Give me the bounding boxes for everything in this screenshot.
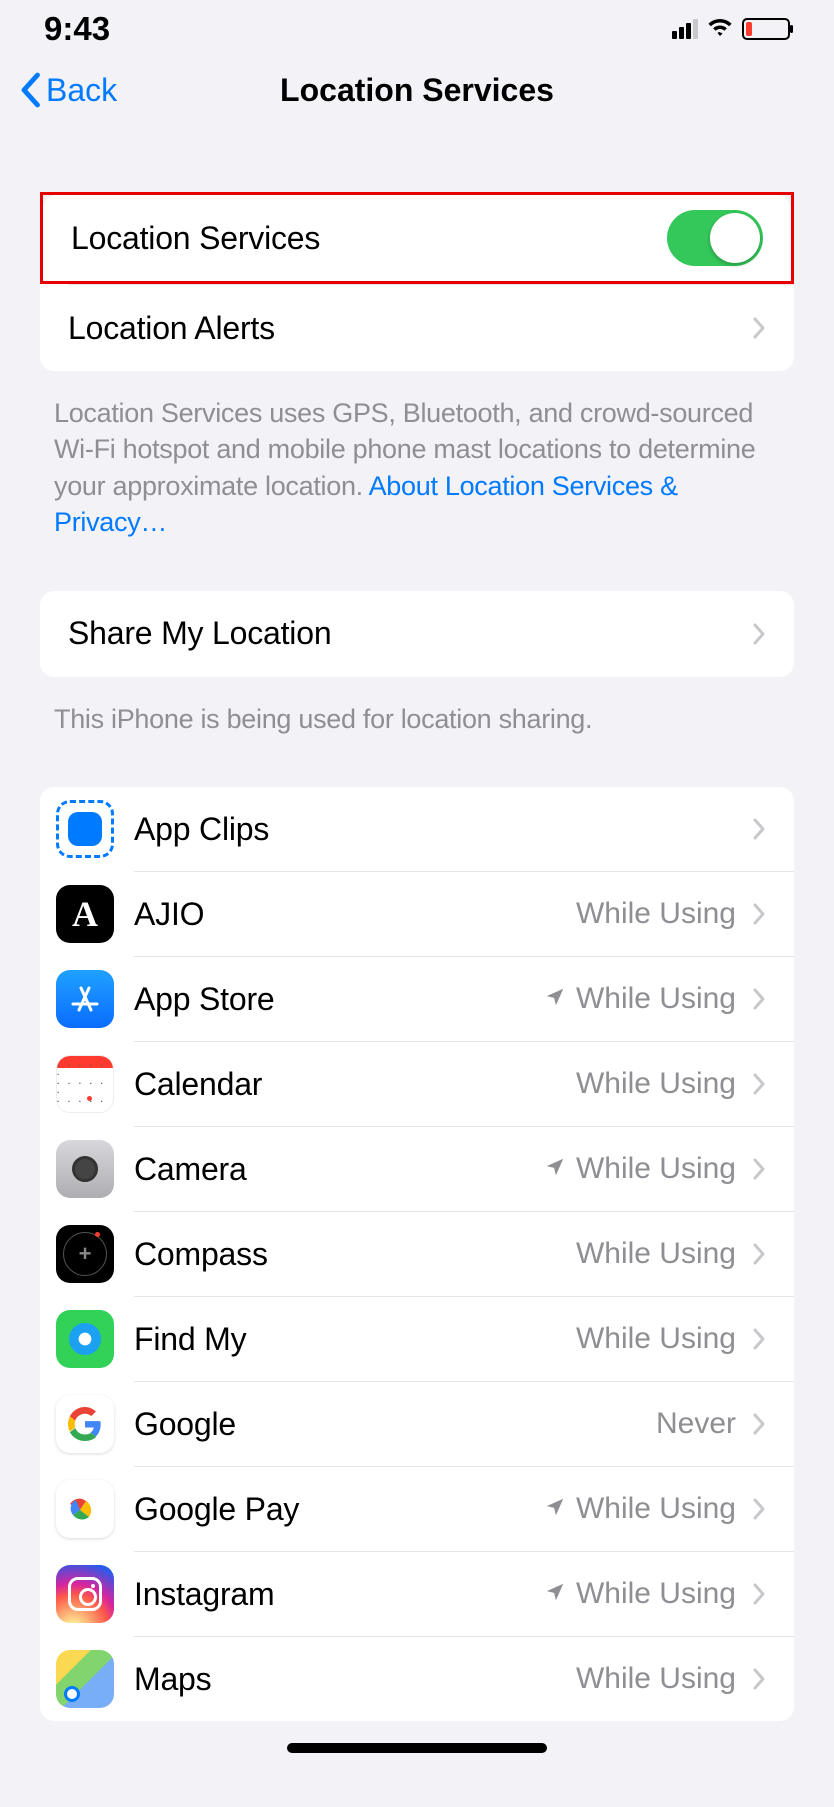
- findmy-icon: [56, 1310, 114, 1368]
- app-row-ajio[interactable]: A AJIOWhile Using: [40, 872, 794, 956]
- location-services-footer: Location Services uses GPS, Bluetooth, a…: [40, 371, 794, 541]
- location-arrow-icon: [544, 1496, 566, 1523]
- app-row-calendar[interactable]: · · · · · ·· · · · · ·· · · · · · Calenda…: [40, 1042, 794, 1126]
- app-name-label: App Clips: [134, 811, 736, 848]
- share-my-location-label: Share My Location: [68, 615, 736, 652]
- instagram-icon: [56, 1565, 114, 1623]
- status-bar: 9:43: [0, 0, 834, 58]
- cellular-signal-icon: [672, 19, 698, 39]
- appclips-icon: [56, 800, 114, 858]
- app-name-label: Maps: [134, 1661, 576, 1698]
- calendar-icon: · · · · · ·· · · · · ·· · · · · ·: [56, 1055, 114, 1113]
- chevron-right-icon: [752, 1497, 766, 1521]
- location-services-label: Location Services: [71, 220, 667, 257]
- chevron-left-icon: [18, 72, 42, 108]
- highlight-location-services: Location Services: [40, 192, 794, 284]
- chevron-right-icon: [752, 1072, 766, 1096]
- app-name-label: AJIO: [134, 896, 576, 933]
- device-frame: 9:43 Back Location Services Location Ser: [0, 0, 834, 1761]
- google-icon: [56, 1395, 114, 1453]
- app-permission-value: While Using: [576, 1152, 736, 1186]
- chevron-right-icon: [752, 1157, 766, 1181]
- app-name-label: Instagram: [134, 1576, 544, 1613]
- location-arrow-icon: [544, 1156, 566, 1183]
- share-my-location-row[interactable]: Share My Location: [40, 591, 794, 677]
- app-permission-value: While Using: [576, 1577, 736, 1611]
- chevron-right-icon: [752, 817, 766, 841]
- home-indicator: [287, 1743, 547, 1753]
- app-permission-value: While Using: [576, 1067, 736, 1101]
- page-title: Location Services: [280, 72, 554, 109]
- location-arrow-icon: [544, 986, 566, 1013]
- app-permission-value: While Using: [576, 1237, 736, 1271]
- chevron-right-icon: [752, 902, 766, 926]
- app-permission-value: While Using: [576, 1662, 736, 1696]
- app-row-googlepay[interactable]: Google Pay While Using: [40, 1467, 794, 1551]
- chevron-right-icon: [752, 316, 766, 340]
- app-name-label: App Store: [134, 981, 544, 1018]
- app-name-label: Calendar: [134, 1066, 576, 1103]
- app-name-label: Compass: [134, 1236, 576, 1273]
- status-time: 9:43: [44, 10, 110, 48]
- location-services-toggle[interactable]: [667, 210, 763, 266]
- battery-icon: [742, 18, 790, 40]
- app-permission-value: While Using: [576, 982, 736, 1016]
- maps-icon: [56, 1650, 114, 1708]
- app-row-appclips[interactable]: App Clips: [40, 787, 794, 871]
- chevron-right-icon: [752, 1412, 766, 1436]
- app-name-label: Google: [134, 1406, 656, 1443]
- app-row-camera[interactable]: Camera While Using: [40, 1127, 794, 1211]
- location-services-row[interactable]: Location Services: [43, 195, 791, 281]
- camera-icon: [56, 1140, 114, 1198]
- location-alerts-row[interactable]: Location Alerts: [40, 285, 794, 371]
- compass-icon: +: [56, 1225, 114, 1283]
- app-row-instagram[interactable]: Instagram While Using: [40, 1552, 794, 1636]
- app-name-label: Find My: [134, 1321, 576, 1358]
- appstore-icon: [56, 970, 114, 1028]
- navigation-bar: Back Location Services: [0, 58, 834, 122]
- app-name-label: Google Pay: [134, 1491, 544, 1528]
- app-list-group: App ClipsAAJIOWhile UsingApp StoreWhile …: [40, 787, 794, 1721]
- app-name-label: Camera: [134, 1151, 544, 1188]
- app-row-appstore[interactable]: App Store While Using: [40, 957, 794, 1041]
- googlepay-icon: [56, 1480, 114, 1538]
- app-row-compass[interactable]: + CompassWhile Using: [40, 1212, 794, 1296]
- chevron-right-icon: [752, 1327, 766, 1351]
- chevron-right-icon: [752, 987, 766, 1011]
- app-row-findmy[interactable]: Find MyWhile Using: [40, 1297, 794, 1381]
- back-button[interactable]: Back: [18, 72, 117, 109]
- app-permission-value: While Using: [576, 897, 736, 931]
- app-row-google[interactable]: GoogleNever: [40, 1382, 794, 1466]
- ajio-icon: A: [56, 885, 114, 943]
- chevron-right-icon: [752, 1242, 766, 1266]
- chevron-right-icon: [752, 1667, 766, 1691]
- wifi-icon: [706, 15, 734, 44]
- back-label: Back: [46, 72, 117, 109]
- location-alerts-label: Location Alerts: [68, 310, 736, 347]
- chevron-right-icon: [752, 1582, 766, 1606]
- chevron-right-icon: [752, 622, 766, 646]
- app-permission-value: While Using: [576, 1322, 736, 1356]
- app-permission-value: Never: [656, 1407, 736, 1441]
- app-row-maps[interactable]: MapsWhile Using: [40, 1637, 794, 1721]
- location-arrow-icon: [544, 1581, 566, 1608]
- share-my-location-footer: This iPhone is being used for location s…: [40, 677, 794, 737]
- app-permission-value: While Using: [576, 1492, 736, 1526]
